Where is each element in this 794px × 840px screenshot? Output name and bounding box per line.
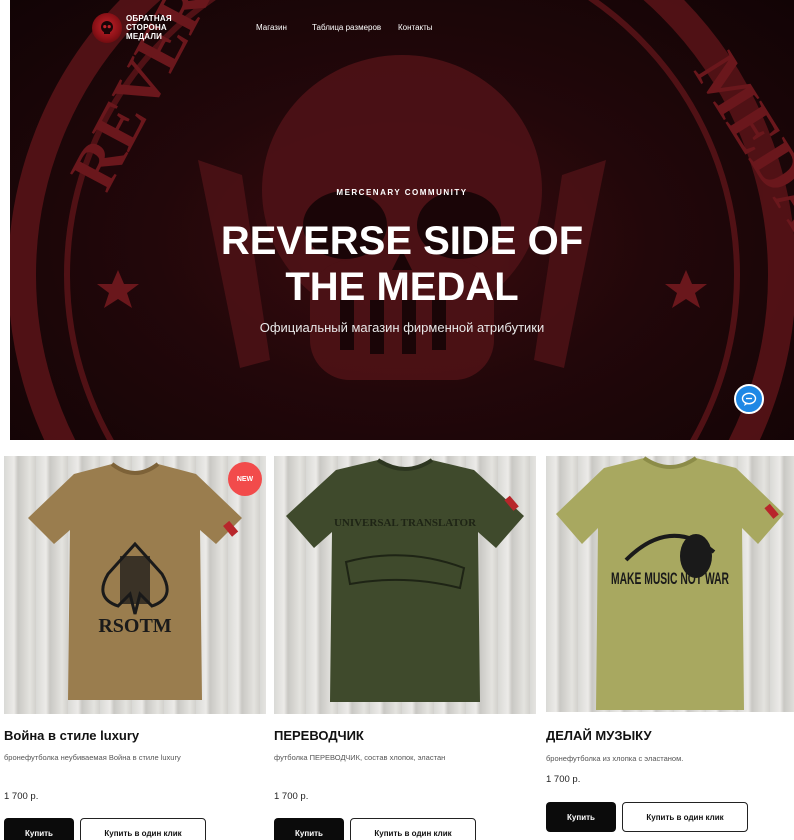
nav-link-size-chart[interactable]: Таблица размеров	[312, 23, 381, 32]
product-price: 1 700 р.	[274, 791, 309, 802]
buy-button[interactable]: Купить	[4, 818, 74, 840]
hero-banner: REVERSE MEDAL ОБРАТНАЯ СТОРОНА МЕДАЛИ Ма…	[10, 0, 794, 440]
product-image[interactable]: MAKE MUSIC NOT WAR	[546, 456, 794, 712]
tshirt-image: MAKE MUSIC NOT WAR	[556, 456, 784, 710]
product-description: бронефутболка из хлопка с эластаном.	[546, 754, 684, 763]
chat-bubble-icon	[741, 392, 757, 406]
product-image[interactable]: RSOTM NEW	[4, 456, 266, 714]
buy-button[interactable]: Купить	[546, 802, 616, 832]
brand-name-line: ОБРАТНАЯ	[126, 14, 172, 23]
hero-title-line: REVERSE SIDE OF	[220, 219, 584, 263]
product-image[interactable]: UNIVERSAL TRANSLATOR	[274, 456, 536, 714]
hero-kicker: MERCENARY COMMUNITY	[336, 188, 468, 197]
buy-one-click-button[interactable]: Купить в один клик	[622, 802, 748, 832]
hero-title: REVERSE SIDE OF THE MEDAL	[10, 218, 794, 310]
product-description: бронефутболка неубиваемая Война в стиле …	[4, 753, 181, 762]
product-price: 1 700 р.	[4, 791, 39, 802]
product-price: 1 700 р.	[546, 774, 581, 785]
chat-widget-button[interactable]	[734, 384, 764, 414]
nav-link-contacts[interactable]: Контакты	[398, 23, 433, 32]
brand-logo-icon[interactable]	[92, 13, 122, 43]
product-title[interactable]: ДЕЛАЙ МУЗЫКУ	[546, 728, 652, 743]
new-badge: NEW	[228, 462, 262, 496]
product-card: MAKE MUSIC NOT WAR ДЕЛАЙ МУЗЫКУ бронефут…	[546, 456, 794, 832]
product-title[interactable]: ПЕРЕВОДЧИК	[274, 728, 364, 743]
brand-name-line: МЕДАЛИ	[126, 32, 163, 41]
product-title[interactable]: Война в стиле luxury	[4, 728, 139, 743]
shirt-print-text: MAKE MUSIC NOT WAR	[611, 569, 729, 588]
buy-button[interactable]: Купить	[274, 818, 344, 840]
tshirt-image: RSOTM	[28, 462, 242, 700]
shirt-print-text: UNIVERSAL TRANSLATOR	[334, 517, 477, 529]
brand-name-line: СТОРОНА	[126, 23, 167, 32]
shirt-print-text: RSOTM	[98, 615, 171, 637]
hero-title-line: THE MEDAL	[285, 265, 519, 309]
product-card: UNIVERSAL TRANSLATOR ПЕРЕВОДЧИК футболка…	[274, 456, 536, 840]
product-description: футболка ПЕРЕВОДЧИК, состав хлопок, элас…	[274, 753, 446, 762]
brand-name[interactable]: ОБРАТНАЯ СТОРОНА МЕДАЛИ	[126, 14, 206, 41]
hero-subtitle: Официальный магазин фирменной атрибутики	[259, 320, 545, 335]
tshirt-image: UNIVERSAL TRANSLATOR	[286, 458, 524, 702]
top-navigation: ОБРАТНАЯ СТОРОНА МЕДАЛИ Магазин Таблица …	[10, 0, 794, 52]
buy-one-click-button[interactable]: Купить в один клик	[80, 818, 206, 840]
buy-one-click-button[interactable]: Купить в один клик	[350, 818, 476, 840]
nav-link-shop[interactable]: Магазин	[256, 23, 287, 32]
product-card: RSOTM NEW Война в стиле luxury бронефутб…	[4, 456, 266, 840]
